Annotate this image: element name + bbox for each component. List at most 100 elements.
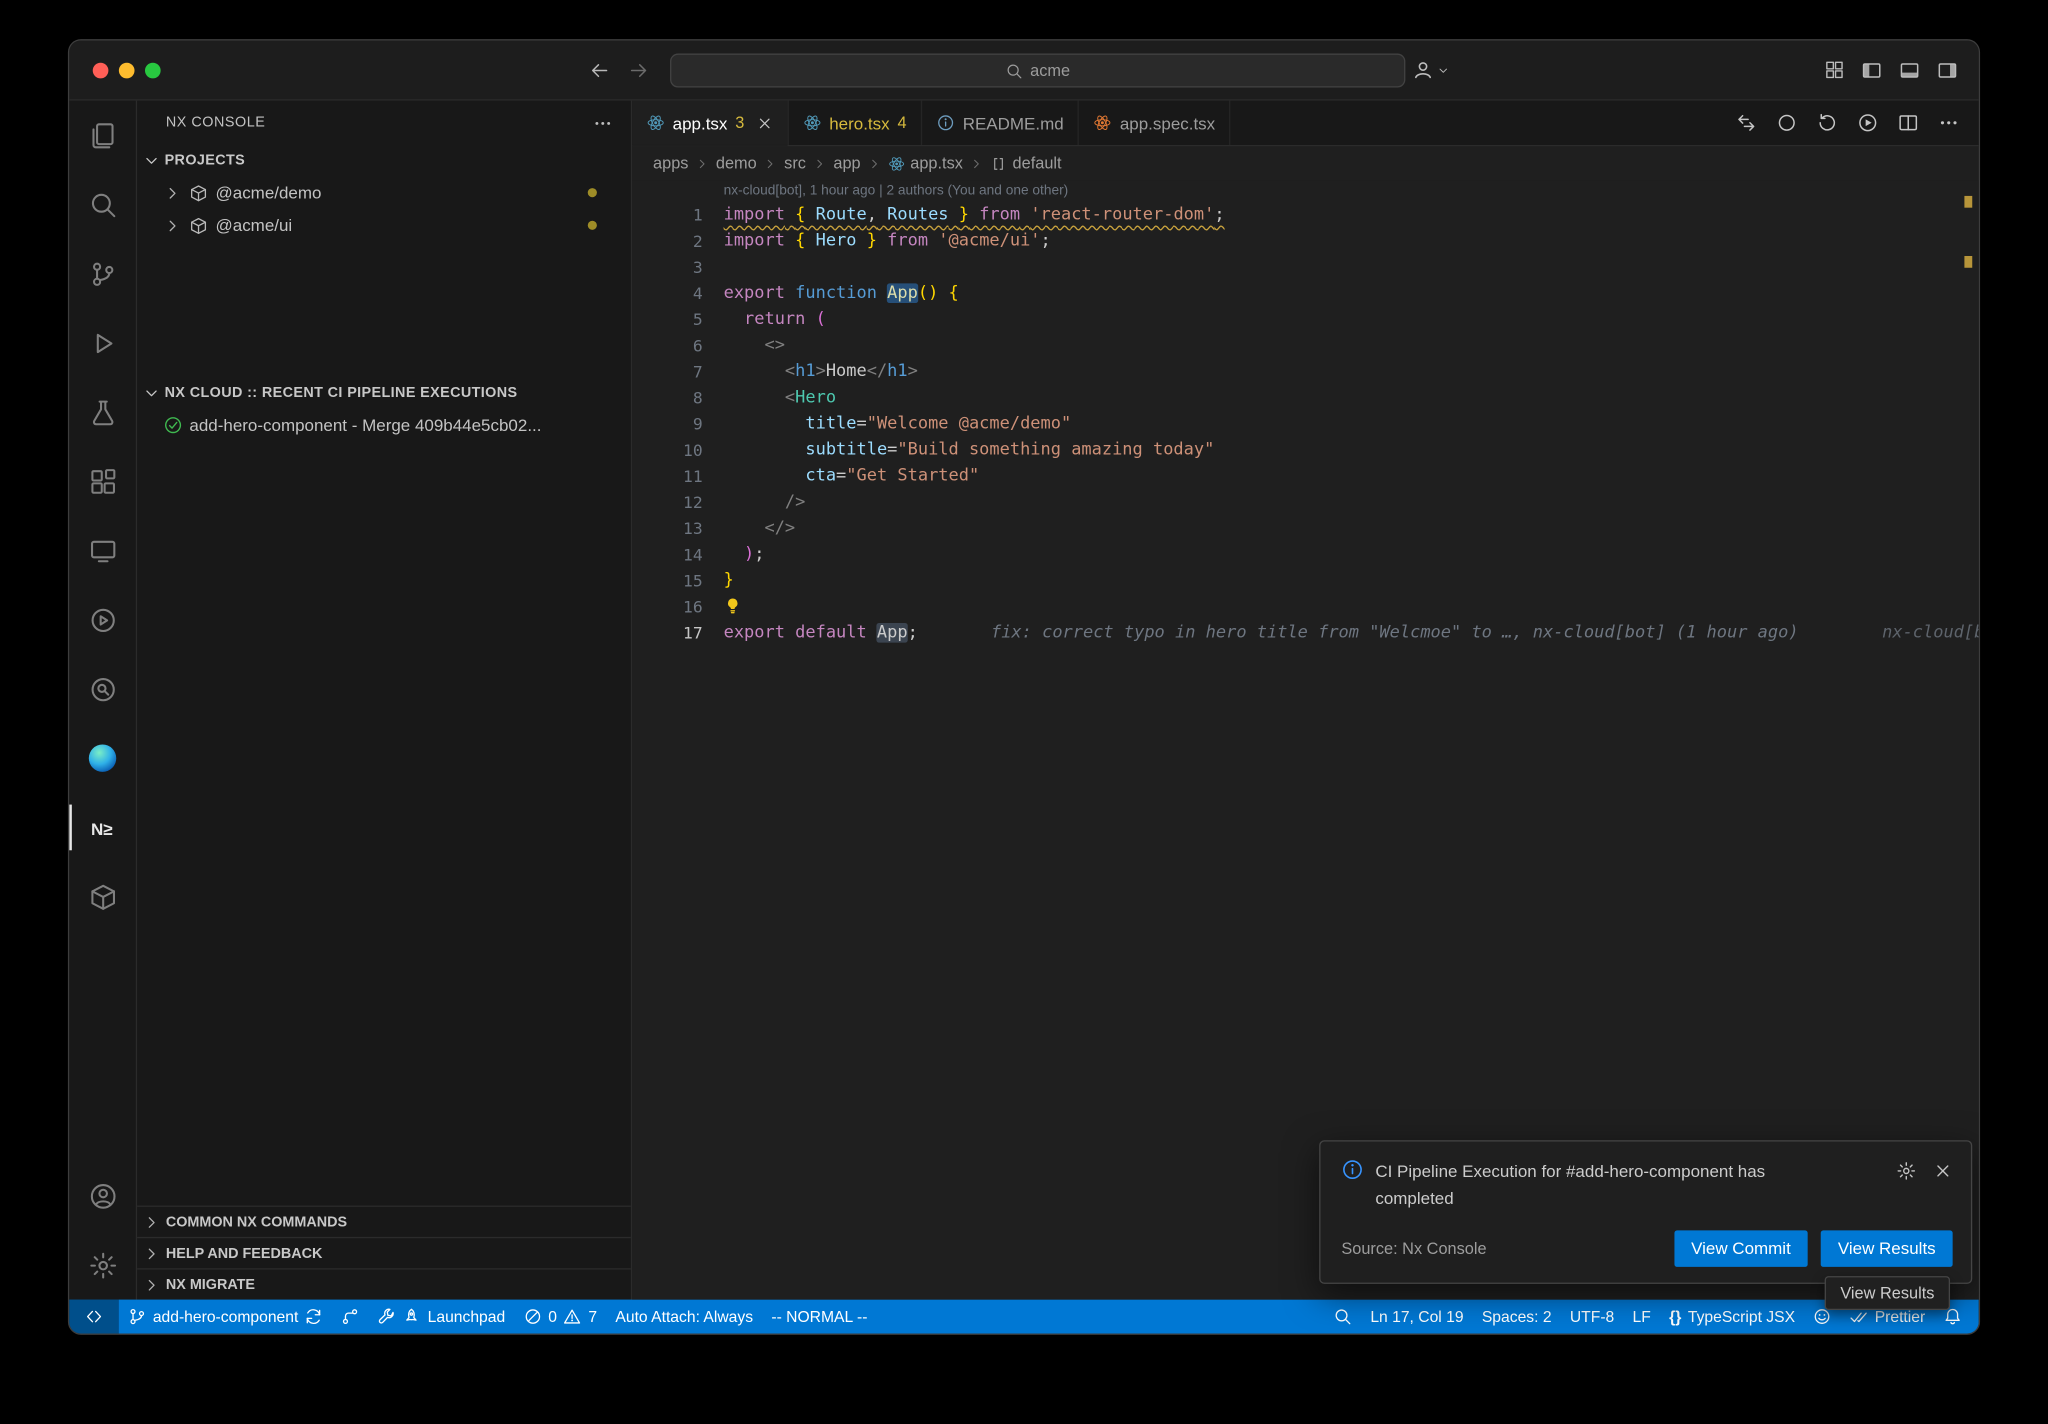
breadcrumb-app.tsx[interactable]: app.tsx	[888, 154, 963, 172]
status-auto-attach[interactable]: Auto Attach: Always	[606, 1300, 762, 1334]
blame-header: nx-cloud[bot], 1 hour ago | 2 authors (Y…	[632, 180, 1979, 202]
code-line-13[interactable]: 13 </>	[632, 516, 1979, 542]
nx-cloud-section-label: NX CLOUD :: RECENT CI PIPELINE EXECUTION…	[165, 385, 518, 401]
sidebar-section-common-nx-commands[interactable]: COMMON NX COMMANDS	[137, 1206, 631, 1237]
project-item[interactable]: @acme/demo	[137, 176, 631, 209]
code-line-14[interactable]: 14 );	[632, 542, 1979, 568]
project-item[interactable]: @acme/ui	[137, 209, 631, 242]
nav-back-icon[interactable]	[589, 59, 610, 80]
close-tab-icon[interactable]	[756, 114, 773, 131]
sidebar: NX CONSOLE PROJECTS @acme/demo@acme/ui N…	[137, 101, 632, 1300]
status-vim-mode[interactable]: -- NORMAL --	[762, 1300, 876, 1334]
minimize-window-button[interactable]	[119, 62, 135, 78]
activity-explorer[interactable]	[69, 101, 136, 170]
line-number: 1	[632, 202, 703, 228]
lightbulb-icon[interactable]	[724, 597, 742, 615]
code-line-17[interactable]: 17export default App;fix: correct typo i…	[632, 620, 1979, 646]
command-center[interactable]: acme	[670, 54, 1405, 88]
breadcrumb-src[interactable]: src	[784, 154, 806, 172]
line-number: 14	[632, 542, 703, 568]
language-mode-label: TypeScript JSX	[1688, 1307, 1795, 1325]
indentation-label: Spaces: 2	[1482, 1307, 1552, 1325]
rerun-task-icon[interactable]	[1817, 112, 1838, 133]
code-line-3[interactable]: 3	[632, 255, 1979, 281]
sidebar-section-help-and-feedback[interactable]: HELP AND FEEDBACK	[137, 1237, 631, 1268]
breadcrumb-demo[interactable]: demo	[716, 154, 757, 172]
activity-project-details[interactable]	[69, 654, 136, 723]
activity-source-control[interactable]	[69, 239, 136, 308]
activity-nx-cloud-runs[interactable]	[69, 585, 136, 654]
editor[interactable]: nx-cloud[bot], 1 hour ago | 2 authors (Y…	[632, 180, 1979, 1299]
activity-accounts[interactable]	[69, 1161, 136, 1230]
split-editor-icon[interactable]	[1898, 112, 1919, 133]
code-line-15[interactable]: 15}	[632, 568, 1979, 594]
status-problems[interactable]: 07	[514, 1300, 606, 1334]
activity-nx-console[interactable]: N≥	[69, 793, 136, 862]
toggle-panel-icon[interactable]	[1899, 59, 1920, 80]
tab-hero.tsx[interactable]: hero.tsx4	[789, 101, 922, 145]
projects-section-header[interactable]: PROJECTS	[137, 145, 631, 176]
run-file-icon[interactable]	[1857, 112, 1878, 133]
status-language-mode[interactable]: {}TypeScript JSX	[1660, 1300, 1804, 1334]
code-line-16[interactable]: 16	[632, 594, 1979, 620]
code-line-6[interactable]: 6 <>	[632, 333, 1979, 359]
status-encoding[interactable]: UTF-8	[1561, 1300, 1624, 1334]
code-line-7[interactable]: 7 <h1>Home</h1>	[632, 359, 1979, 385]
tab-app.spec.tsx[interactable]: app.spec.tsx	[1079, 101, 1231, 145]
notification-settings-icon[interactable]	[1896, 1161, 1916, 1181]
view-commit-button[interactable]: View Commit	[1674, 1230, 1808, 1267]
activity-testing[interactable]	[69, 377, 136, 446]
status-branch[interactable]: add-hero-component	[119, 1300, 332, 1334]
nav-forward-icon[interactable]	[628, 59, 649, 80]
customize-layout-icon[interactable]	[1825, 60, 1845, 80]
toggle-sidebar-icon[interactable]	[1861, 59, 1882, 80]
breadcrumb-separator-icon	[763, 156, 777, 170]
code-line-10[interactable]: 10 subtitle="Build something amazing tod…	[632, 438, 1979, 464]
sync-icon	[305, 1307, 323, 1325]
toggle-outline-icon[interactable]	[1776, 112, 1797, 133]
status-remote[interactable]	[69, 1300, 119, 1334]
close-window-button[interactable]	[93, 62, 109, 78]
breadcrumb-default[interactable]: default	[990, 154, 1061, 172]
sidebar-title: NX CONSOLE	[166, 115, 265, 131]
tab-README.md[interactable]: README.md	[922, 101, 1079, 145]
activity-remote-explorer[interactable]	[69, 516, 136, 585]
code-line-8[interactable]: 8 <Hero	[632, 385, 1979, 411]
status-zoom[interactable]	[1325, 1300, 1362, 1334]
line-number: 15	[632, 568, 703, 594]
breadcrumb-apps[interactable]: apps	[653, 154, 688, 172]
profile-switcher[interactable]	[1412, 40, 1450, 99]
ci-pipeline-item[interactable]: add-hero-component - Merge 409b44e5cb02.…	[137, 409, 631, 442]
code-line-5[interactable]: 5 return (	[632, 307, 1979, 333]
status-cursor-position[interactable]: Ln 17, Col 19	[1361, 1300, 1473, 1334]
chevron-down-icon	[142, 152, 160, 170]
status-indentation[interactable]: Spaces: 2	[1473, 1300, 1561, 1334]
remote-icon	[85, 1307, 103, 1325]
view-results-button[interactable]: View Results	[1821, 1230, 1953, 1267]
code-line-1[interactable]: 1import { Route, Routes } from 'react-ro…	[632, 202, 1979, 228]
activity-settings[interactable]	[69, 1230, 136, 1299]
activity-edge-tools[interactable]	[69, 724, 136, 793]
sidebar-section-nx-migrate[interactable]: NX MIGRATE	[137, 1268, 631, 1299]
code-line-4[interactable]: 4export function App() {	[632, 281, 1979, 307]
code-line-9[interactable]: 9 title="Welcome @acme/demo"	[632, 411, 1979, 437]
tab-app.tsx[interactable]: app.tsx3	[632, 101, 789, 145]
activity-containers[interactable]	[69, 862, 136, 931]
code-line-11[interactable]: 11 cta="Get Started"	[632, 464, 1979, 490]
sidebar-more-actions-icon[interactable]	[593, 113, 613, 133]
code-line-2[interactable]: 2import { Hero } from '@acme/ui';	[632, 229, 1979, 255]
open-changes-icon[interactable]	[1736, 112, 1757, 133]
code-line-12[interactable]: 12 />	[632, 490, 1979, 516]
activity-run-and-debug[interactable]	[69, 308, 136, 377]
status-git-graph[interactable]	[332, 1300, 369, 1334]
close-notification-icon[interactable]	[1933, 1161, 1953, 1181]
nx-cloud-section-header[interactable]: NX CLOUD :: RECENT CI PIPELINE EXECUTION…	[137, 377, 631, 408]
status-eol[interactable]: LF	[1623, 1300, 1660, 1334]
more-actions-icon[interactable]	[1938, 112, 1959, 133]
activity-search[interactable]	[69, 170, 136, 239]
toggle-secondary-sidebar-icon[interactable]	[1937, 59, 1958, 80]
activity-extensions[interactable]	[69, 447, 136, 516]
status-launchpad[interactable]: Launchpad	[369, 1300, 514, 1334]
fullscreen-window-button[interactable]	[145, 62, 161, 78]
breadcrumb-app[interactable]: app	[833, 154, 860, 172]
